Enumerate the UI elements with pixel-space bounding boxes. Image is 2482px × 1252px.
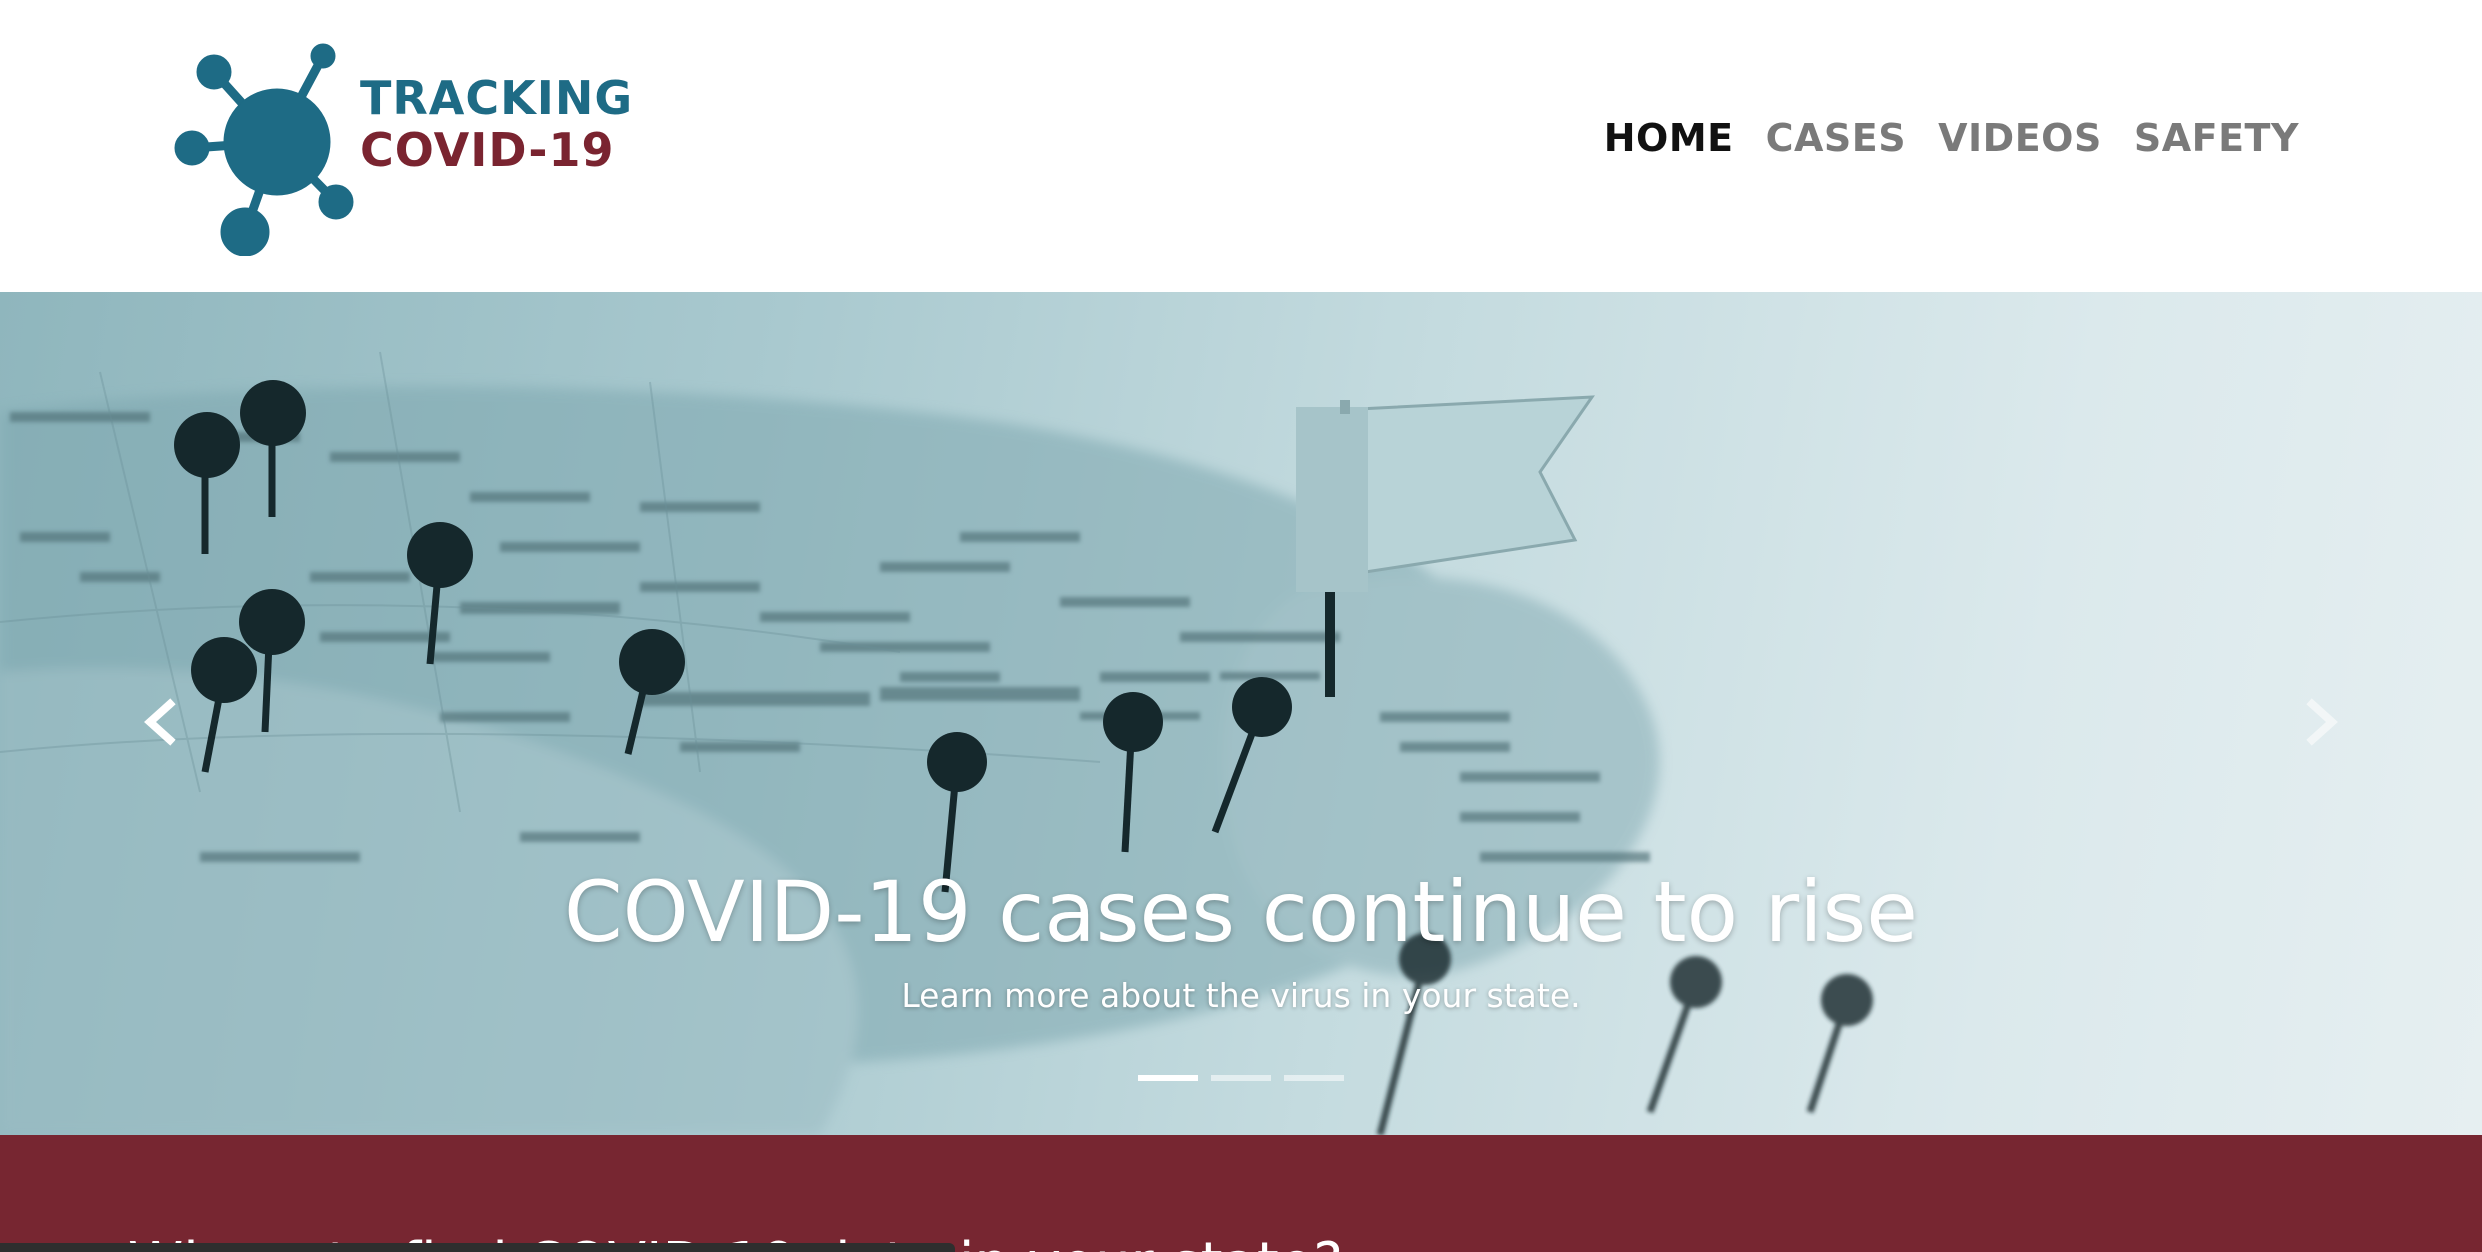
logo-line-covid: COVID-19 (360, 123, 615, 177)
nav-videos[interactable]: VIDEOS (1938, 116, 2102, 160)
logo-line-tracking: TRACKING (360, 71, 634, 125)
main-nav: HOME CASES VIDEOS SAFETY (1604, 116, 2299, 160)
nav-safety[interactable]: SAFETY (2134, 116, 2299, 160)
nav-cases[interactable]: CASES (1766, 116, 1907, 160)
nav-home[interactable]: HOME (1604, 116, 1734, 160)
logo-text: TRACKING COVID-19 (360, 72, 633, 176)
carousel-indicator-1[interactable] (1138, 1075, 1198, 1081)
carousel-indicator-2[interactable] (1211, 1075, 1271, 1081)
site-header: TRACKING COVID-19 HOME CASES VIDEOS SAFE… (0, 0, 2482, 292)
site-logo[interactable]: TRACKING COVID-19 (170, 36, 640, 256)
virus-icon (174, 43, 354, 256)
hero-title: COVID-19 cases continue to rise (564, 863, 1918, 961)
carousel-next-button[interactable] (2292, 682, 2352, 762)
hero-carousel: COVID-19 cases continue to rise Learn mo… (0, 292, 2482, 1135)
carousel-indicator-3[interactable] (1284, 1075, 1344, 1081)
carousel-indicators (0, 1075, 2482, 1081)
carousel-prev-button[interactable] (130, 682, 190, 762)
hero-subtitle: Learn more about the virus in your state… (901, 976, 1581, 1015)
state-data-section: Where to find COVID-19 data in your stat… (0, 1135, 2482, 1252)
chevron-right-icon (2306, 698, 2338, 746)
status-bar-overlay (0, 1243, 955, 1252)
chevron-left-icon (144, 698, 176, 746)
